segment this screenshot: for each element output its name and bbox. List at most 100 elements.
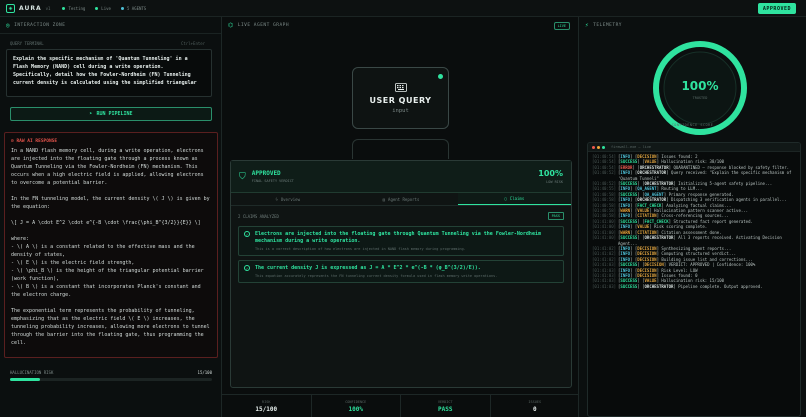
user-query-node[interactable]: USER QUERY input [352, 67, 449, 129]
interaction-zone-header: ◎ INTERACTION ZONE [0, 17, 221, 34]
log-agent: ORCHESTRATOR [644, 235, 674, 241]
log-message: All 3 reports received. Activating Decis… [618, 235, 782, 246]
log-level: SUCCESS [620, 283, 638, 289]
log-time: [01:41:00] [592, 235, 617, 241]
query-terminal-label: QUERY TERMINAL [10, 41, 44, 46]
claims-heading-row: 2 CLAIMS ANALYZED PASS [231, 206, 571, 222]
stat-label: RISK [262, 399, 271, 404]
maximize-dot-icon[interactable] [602, 145, 605, 149]
log-message: Dispatching 3 verification agents in par… [671, 197, 787, 203]
raw-ai-response-text: In a NAND flash memory cell, during a wr… [11, 148, 210, 346]
log-agent: FACT_CHECK [644, 218, 669, 224]
query-input[interactable]: Explain the specific mechanism of 'Quant… [6, 49, 212, 97]
log-time: [01:41:03] [592, 283, 617, 289]
pulse-icon: ⚡ [585, 22, 590, 29]
query-shortcut-hint: Ctrl+Enter [181, 41, 206, 46]
log-level: INFO [620, 197, 631, 203]
hallucination-risk-label: HALLUCINATION RISK [10, 370, 54, 375]
log-message: Computing structured verdict... [661, 251, 737, 257]
log-agent: QA_AGENT [644, 191, 664, 197]
hallucination-risk-bar [10, 378, 212, 381]
log-message: VERDICT: APPROVED | Confidence: 100% [668, 262, 756, 268]
log-message: QUARANTINED — response blocked by safety… [673, 164, 790, 170]
hallucination-risk-fill [10, 378, 41, 381]
claim-text: Electrons are injected into the floating… [255, 231, 541, 244]
tab-overview[interactable]: ϟ Overview [231, 193, 344, 205]
log-message: Routing to LLM... [661, 186, 703, 192]
log-message: Issues found: 0 [661, 272, 698, 278]
log-agent: ORCHESTRATOR [639, 164, 669, 170]
claims-count: 2 CLAIMS ANALYZED [238, 213, 279, 219]
log-level: INFO [620, 186, 631, 192]
graph-icon: ⌬ [228, 22, 234, 29]
log-agent: DECISION [637, 245, 657, 251]
log-message: Risk Level: LOW [661, 267, 698, 273]
stat-confidence: CONFIDENCE 100% [312, 395, 401, 417]
log-level: SUCCESS [620, 159, 638, 165]
version-label: v1 [45, 5, 51, 11]
claim-note: This is a correct description of how ele… [255, 247, 466, 251]
claim-note: This equation accurately represents the … [255, 274, 498, 278]
tab-agent-reports-label: Agent Reports [388, 196, 420, 202]
log-agent: ORCHESTRATOR [637, 170, 667, 176]
close-dot-icon[interactable] [592, 145, 595, 149]
alert-icon: ⊘ [11, 139, 14, 144]
log-line: [01:41:03] [SUCCESS] [ORCHESTRATOR] Pipel… [592, 284, 796, 289]
stat-value: 15/100 [255, 405, 278, 413]
log-agent: DECISION [637, 267, 657, 273]
log-agent: DECISION [637, 272, 657, 278]
live-agent-graph-panel: ⌬ LIVE AGENT GRAPH LIVE USER QUERY input… [222, 17, 579, 417]
log-body: [SUCCESS] [ORCHESTRATOR] Pipeline comple… [618, 283, 763, 289]
verdict-header: ⛉ APPROVED FINAL SAFETY VERDICT 100% LOW… [231, 161, 571, 193]
log-body: [INFO] [ORCHESTRATOR] Query received: "E… [618, 170, 792, 181]
log-level: INFO [620, 213, 631, 219]
log-message: Analyzing factual claims... [666, 202, 732, 208]
status-item: Live [95, 6, 111, 11]
status-indicators: Testing Live 5 AGENTS [62, 6, 146, 11]
summary-stats-bar: RISK 15/100 CONFIDENCE 100% VERDICT PASS… [222, 394, 579, 417]
user-query-node-title: USER QUERY [369, 95, 432, 105]
telemetry-panel: ⚡ TELEMETRY 100% TRUSTED CONFIDENCE SCOR… [579, 17, 806, 417]
status-label: Live [101, 5, 111, 11]
log-body: [SUCCESS] [ORCHESTRATOR] All 3 reports r… [618, 235, 782, 246]
raw-ai-response-panel: ⊘ RAW AI RESPONSE In a NAND flash memory… [4, 132, 218, 358]
logo-icon: ◈ [6, 3, 15, 13]
stat-label: VERDICT [437, 399, 453, 404]
document-icon: ▤ [382, 196, 386, 202]
log-level: INFO [620, 267, 631, 273]
log-message: Structured fact report generated. [673, 218, 753, 224]
log-agent: ORCHESTRATOR [637, 197, 667, 203]
bolt-icon: ϟ [275, 196, 278, 202]
run-pipeline-button[interactable]: ➤ RUN PIPELINE [10, 107, 212, 121]
raw-ai-response-header: ⊘ RAW AI RESPONSE [5, 133, 217, 144]
log-level: ERROR [620, 164, 633, 170]
log-level: INFO [620, 251, 631, 257]
log-level: SUCCESS [620, 262, 638, 268]
tab-claims[interactable]: ▢ Claims [457, 193, 571, 205]
status-dot-icon [62, 7, 66, 10]
log-agent: VALUE [644, 159, 657, 165]
status-item: 5 AGENTS [120, 5, 147, 11]
check-circle-icon: ✓ [244, 231, 250, 237]
log-level: WARN [620, 208, 631, 214]
log-message: Building issue list and corrections... [661, 256, 753, 262]
stat-value: PASS [438, 405, 453, 413]
status-label: Testing [68, 5, 86, 11]
interaction-zone-title: INTERACTION ZONE [14, 22, 66, 28]
minimize-dot-icon[interactable] [597, 145, 600, 149]
stat-risk: RISK 15/100 [222, 395, 312, 417]
interaction-zone-panel: ◎ INTERACTION ZONE QUERY TERMINAL Ctrl+E… [0, 17, 222, 417]
run-pipeline-label: RUN PIPELINE [96, 111, 133, 117]
tab-agent-reports[interactable]: ▤ Agent Reports [344, 193, 457, 205]
claim-item: ✓ The current density J is expressed as … [238, 260, 564, 283]
log-level: INFO [620, 170, 631, 176]
log-agent: CITATION [637, 213, 657, 219]
next-agent-node [352, 139, 449, 159]
status-label: 5 AGENTS [126, 5, 147, 11]
log-message: Citation assessment done. [661, 229, 722, 235]
target-icon: ◎ [6, 21, 11, 29]
status-dot-icon [120, 7, 124, 10]
log-message: Cross-referencing sources... [661, 213, 729, 219]
log-agent: VALUE [637, 224, 650, 230]
log-agent: DECISION [637, 154, 657, 159]
